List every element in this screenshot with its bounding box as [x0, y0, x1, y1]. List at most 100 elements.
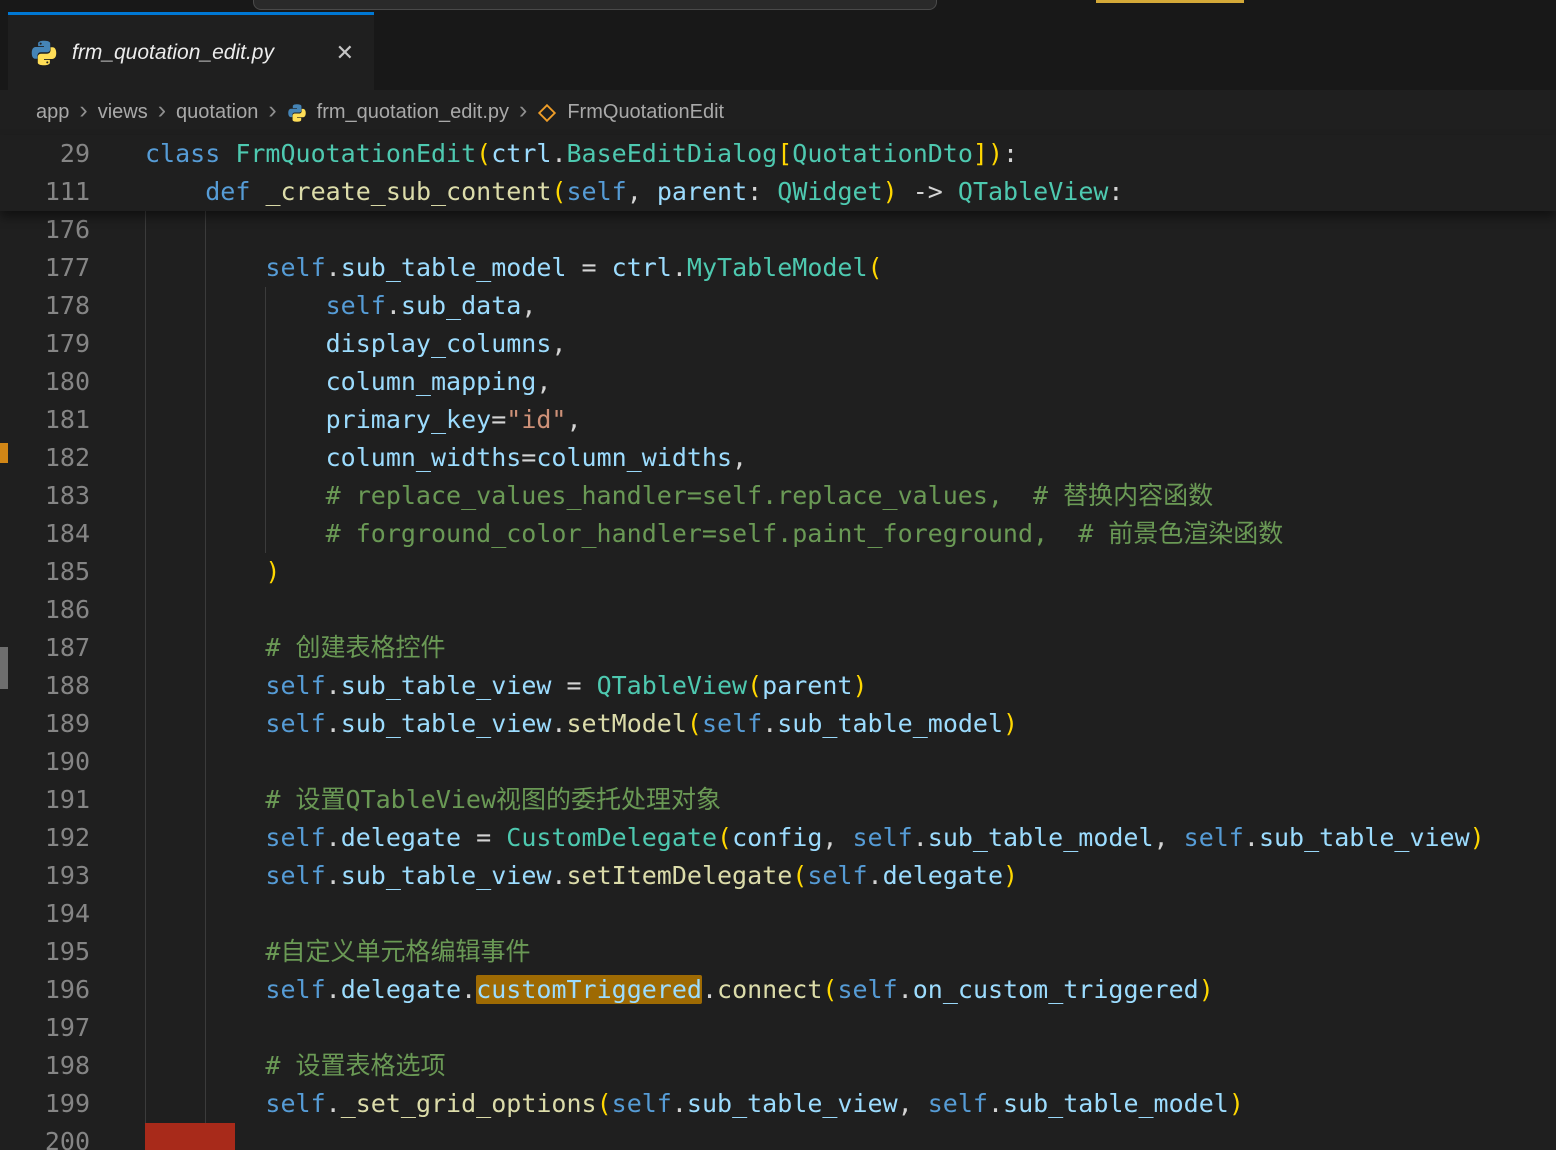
code-text: # 设置表格选项: [265, 1051, 446, 1080]
line-number[interactable]: 185: [0, 553, 90, 591]
titlebar: [0, 0, 1556, 12]
code-scroll-region[interactable]: 176 177 self.sub_table_model = ctrl.MyTab…: [0, 211, 1556, 1150]
vscode-window: frm_quotation_edit.py ✕ app › views › qu…: [0, 0, 1556, 1150]
code-line-177[interactable]: 177 self.sub_table_model = ctrl.MyTableM…: [0, 249, 1556, 287]
code-text: # 创建表格控件: [265, 633, 446, 662]
chevron-right-icon: ›: [79, 96, 88, 124]
line-number[interactable]: 111: [0, 173, 90, 211]
line-number[interactable]: 192: [0, 819, 90, 857]
class-symbol-icon: [537, 103, 557, 123]
code-line-192[interactable]: 192 self.delegate = CustomDelegate(confi…: [0, 819, 1556, 857]
breadcrumb: app › views › quotation › frm_quotation_…: [0, 90, 1556, 135]
line-number[interactable]: 186: [0, 591, 90, 629]
code-line-183[interactable]: 183 # replace_values_handler=self.replac…: [0, 477, 1556, 515]
titlebar-accent-bar: [1096, 0, 1244, 3]
line-number[interactable]: 189: [0, 705, 90, 743]
code-line-196[interactable]: 196 self.delegate.customTriggered.connec…: [0, 971, 1556, 1009]
command-center[interactable]: [253, 0, 937, 10]
tab-frm-quotation-edit[interactable]: frm_quotation_edit.py ✕: [8, 12, 374, 90]
line-number[interactable]: 177: [0, 249, 90, 287]
code-line-184[interactable]: 184 # forground_color_handler=self.paint…: [0, 515, 1556, 553]
code-line-187[interactable]: 187 # 创建表格控件: [0, 629, 1556, 667]
code-text: # replace_values_handler=self.replace_va…: [325, 481, 1214, 510]
code-line-197[interactable]: 197: [0, 1009, 1556, 1047]
code-line-185[interactable]: 185 ): [0, 553, 1556, 591]
code-line-176[interactable]: 176: [0, 211, 1556, 249]
code-line-190[interactable]: 190: [0, 743, 1556, 781]
code-text: self.delegate = CustomDelegate(config, s…: [265, 823, 1485, 852]
line-number[interactable]: 29: [0, 135, 90, 173]
breadcrumb-item-views[interactable]: views: [98, 101, 148, 124]
gutter-decoration-marker: [0, 443, 8, 463]
gutter-decoration-marker: [0, 647, 8, 689]
code-line-186[interactable]: 186: [0, 591, 1556, 629]
code-text: column_mapping,: [325, 367, 552, 396]
code-line-179[interactable]: 179 display_columns,: [0, 325, 1556, 363]
line-number[interactable]: 184: [0, 515, 90, 553]
line-number[interactable]: 198: [0, 1047, 90, 1085]
code-text: self.sub_table_view.setItemDelegate(self…: [265, 861, 1019, 890]
code-line-181[interactable]: 181 primary_key="id",: [0, 401, 1556, 439]
code-line-189[interactable]: 189 self.sub_table_view.setModel(self.su…: [0, 705, 1556, 743]
breadcrumb-item-filename[interactable]: frm_quotation_edit.py: [317, 101, 509, 124]
chevron-right-icon: ›: [268, 96, 277, 124]
line-number[interactable]: 190: [0, 743, 90, 781]
code-text: primary_key="id",: [325, 405, 582, 434]
line-number[interactable]: 188: [0, 667, 90, 705]
line-number[interactable]: 196: [0, 971, 90, 1009]
code-text: display_columns,: [325, 329, 567, 358]
code-text: self.delegate.customTriggered.connect(se…: [265, 975, 1214, 1004]
code-line-111[interactable]: 111 def _create_sub_content(self, parent…: [0, 173, 1556, 211]
code-line-199[interactable]: 199 self._set_grid_options(self.sub_tabl…: [0, 1085, 1556, 1123]
chevron-right-icon: ›: [519, 96, 528, 124]
breadcrumb-item-class[interactable]: FrmQuotationEdit: [567, 101, 724, 124]
code-text: self.sub_table_view.setModel(self.sub_ta…: [265, 709, 1019, 738]
line-number[interactable]: 178: [0, 287, 90, 325]
code-text: column_widths=column_widths,: [325, 443, 748, 472]
line-number[interactable]: 187: [0, 629, 90, 667]
line-number[interactable]: 181: [0, 401, 90, 439]
code-line-180[interactable]: 180 column_mapping,: [0, 363, 1556, 401]
code-line-188[interactable]: 188 self.sub_table_view = QTableView(par…: [0, 667, 1556, 705]
editor-pane[interactable]: 29 class FrmQuotationEdit(ctrl.BaseEditDi…: [0, 135, 1556, 1150]
line-number[interactable]: 195: [0, 933, 90, 971]
line-number[interactable]: 194: [0, 895, 90, 933]
code-line-198[interactable]: 198 # 设置表格选项: [0, 1047, 1556, 1085]
breadcrumb-item-app[interactable]: app: [36, 101, 69, 124]
code-text: self.sub_data,: [325, 291, 537, 320]
line-number[interactable]: 191: [0, 781, 90, 819]
line-number[interactable]: 199: [0, 1085, 90, 1123]
code-line-195[interactable]: 195 #自定义单元格编辑事件: [0, 933, 1556, 971]
code-line-29[interactable]: 29 class FrmQuotationEdit(ctrl.BaseEditDi…: [0, 135, 1556, 173]
code-text: def _create_sub_content(self, parent: QW…: [205, 177, 1124, 206]
code-line-178[interactable]: 178 self.sub_data,: [0, 287, 1556, 325]
code-text: #自定义单元格编辑事件: [265, 937, 531, 966]
code-line-193[interactable]: 193 self.sub_table_view.setItemDelegate(…: [0, 857, 1556, 895]
line-number[interactable]: 176: [0, 211, 90, 249]
sticky-scroll: 29 class FrmQuotationEdit(ctrl.BaseEditDi…: [0, 135, 1556, 211]
line-number[interactable]: 182: [0, 439, 90, 477]
line-number[interactable]: 193: [0, 857, 90, 895]
line-number[interactable]: 180: [0, 363, 90, 401]
code-text: # forground_color_handler=self.paint_for…: [325, 519, 1284, 548]
line-number[interactable]: 183: [0, 477, 90, 515]
line-number[interactable]: 179: [0, 325, 90, 363]
chevron-right-icon: ›: [157, 96, 167, 124]
line-number[interactable]: 200: [0, 1123, 90, 1150]
code-line-191[interactable]: 191 # 设置QTableView视图的委托处理对象: [0, 781, 1556, 819]
code-line-194[interactable]: 194: [0, 895, 1556, 933]
close-icon[interactable]: ✕: [332, 38, 358, 68]
code-text: self.sub_table_model = ctrl.MyTableModel…: [265, 253, 883, 282]
line-number[interactable]: 197: [0, 1009, 90, 1047]
code-text: self.sub_table_view = QTableView(parent): [265, 671, 868, 700]
code-text: self._set_grid_options(self.sub_table_vi…: [265, 1089, 1244, 1118]
code-text: ): [265, 557, 281, 586]
code-line-182[interactable]: 182 column_widths=column_widths,: [0, 439, 1556, 477]
breadcrumb-item-quotation[interactable]: quotation: [176, 101, 258, 124]
code-line-200[interactable]: 200: [0, 1123, 1556, 1150]
tab-title: frm_quotation_edit.py: [72, 40, 274, 64]
